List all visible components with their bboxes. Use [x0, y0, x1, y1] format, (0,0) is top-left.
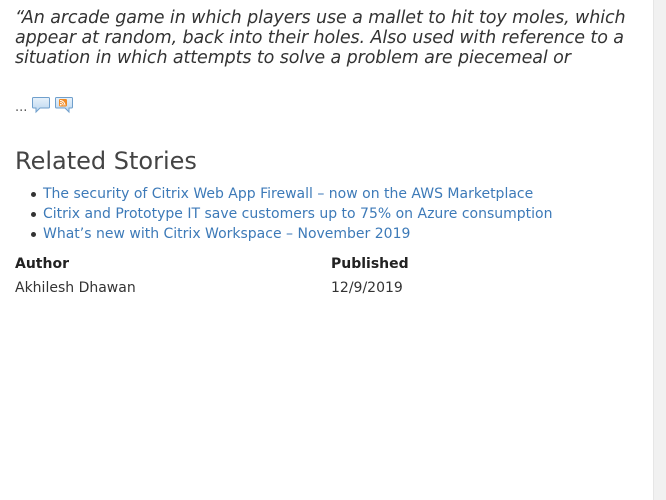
published-label: Published [331, 256, 409, 272]
author-label: Author [15, 256, 69, 272]
list-item: What’s new with Citrix Workspace – Novem… [31, 224, 635, 244]
bullet-icon [31, 212, 36, 217]
related-stories-heading: Related Stories [15, 147, 197, 175]
article-meta: Author Akhilesh Dhawan Published 12/9/20… [15, 252, 635, 300]
list-item: The security of Citrix Web App Firewall … [31, 184, 635, 204]
bullet-icon [31, 232, 36, 237]
quote-tail: ... [15, 92, 635, 114]
article-content: “An arcade game in which players use a m… [15, 8, 635, 300]
list-item: Citrix and Prototype IT save customers u… [31, 204, 635, 224]
author-column: Author Akhilesh Dhawan [15, 252, 331, 300]
rss-feed-icon[interactable] [54, 96, 74, 114]
related-story-link[interactable]: The security of Citrix Web App Firewall … [43, 186, 533, 202]
page-scrollbar[interactable] [653, 0, 666, 500]
author-name: Akhilesh Dhawan [15, 280, 136, 296]
published-column: Published 12/9/2019 [331, 252, 409, 300]
ellipsis: ... [15, 100, 28, 115]
published-date: 12/9/2019 [331, 280, 403, 296]
related-story-link[interactable]: What’s new with Citrix Workspace – Novem… [43, 226, 410, 242]
comment-bubble-icon[interactable] [31, 96, 51, 114]
related-story-link[interactable]: Citrix and Prototype IT save customers u… [43, 206, 552, 222]
quote-text: “An arcade game in which players use a m… [15, 8, 626, 68]
related-stories-list: The security of Citrix Web App Firewall … [15, 184, 635, 244]
bullet-icon [31, 192, 36, 197]
